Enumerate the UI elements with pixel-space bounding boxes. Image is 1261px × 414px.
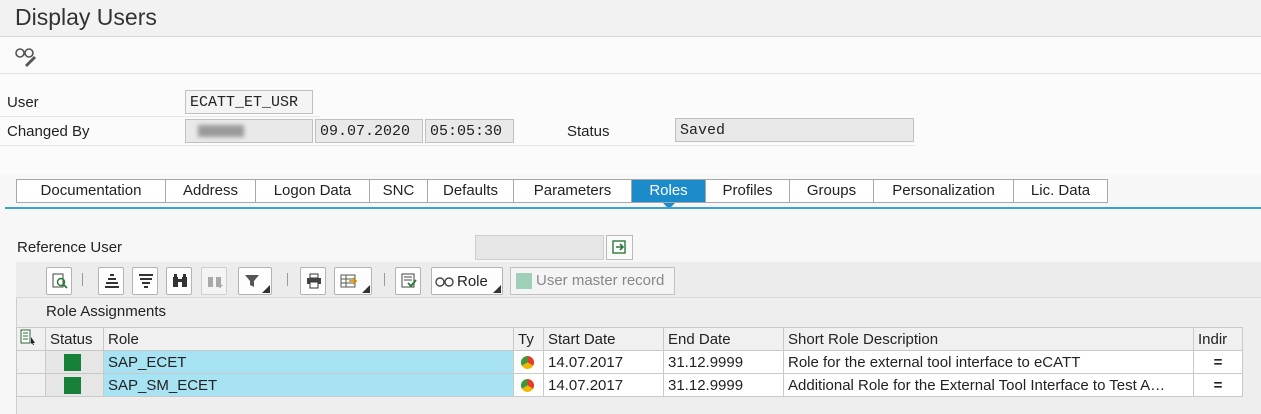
row-selector[interactable] <box>16 373 46 397</box>
find-button[interactable] <box>166 267 192 295</box>
end-date-cell: 31.12.9999 <box>663 373 784 397</box>
indirect-value: = <box>1213 376 1223 394</box>
end-date-cell: 31.12.9999 <box>663 350 784 374</box>
changed-by-field[interactable] <box>185 119 313 143</box>
filter-button[interactable] <box>238 267 272 295</box>
reference-user-label: Reference User <box>17 239 123 256</box>
binoculars-next-icon <box>208 277 223 288</box>
column-header-end-date[interactable]: End Date <box>663 327 784 351</box>
tab-snc[interactable]: SNC <box>370 180 428 202</box>
sort-ascending-icon <box>105 274 119 288</box>
role-button[interactable]: Role <box>431 267 503 295</box>
indirect-value: = <box>1213 353 1223 371</box>
table-row[interactable]: SAP_ECET 14.07.2017 31.12.9999 Role for … <box>16 350 1243 374</box>
dropdown-indicator <box>493 285 501 293</box>
composite-pie-icon <box>520 378 535 393</box>
status-field[interactable]: Saved <box>675 118 914 142</box>
toolbar-separator <box>384 273 385 286</box>
status-label: Status <box>567 123 610 140</box>
user-field[interactable]: ECATT_ET_USR <box>185 90 313 114</box>
reference-user-button[interactable] <box>606 235 633 260</box>
divider <box>0 145 916 146</box>
composite-pie-icon <box>520 355 535 370</box>
tab-roles[interactable]: Roles <box>632 180 706 209</box>
role-assignments-table: Status Role Ty Start Date End Date Short… <box>16 327 1243 397</box>
print-button[interactable] <box>300 267 326 295</box>
changed-date-field[interactable]: 09.07.2020 <box>315 119 423 143</box>
user-master-label: User master record <box>536 272 665 289</box>
application-toolbar <box>0 37 1261 74</box>
changed-by-label: Changed By <box>7 123 90 140</box>
type-cell <box>513 350 544 374</box>
start-date-cell: 14.07.2017 <box>543 373 664 397</box>
details-button[interactable] <box>46 267 72 295</box>
export-button[interactable] <box>334 267 372 295</box>
find-next-button[interactable] <box>201 267 227 295</box>
tab-documentation[interactable]: Documentation <box>17 180 166 202</box>
binoculars-icon <box>173 274 187 287</box>
user-master-record-button[interactable]: User master record <box>510 267 675 295</box>
indirect-cell: = <box>1193 350 1243 374</box>
tab-strip: Documentation Address Logon Data SNC Def… <box>16 179 1108 209</box>
magnifier-list-icon <box>52 273 68 289</box>
printer-icon <box>307 273 321 289</box>
sort-descending-button[interactable] <box>132 267 158 295</box>
column-header-indirect[interactable]: Indir <box>1193 327 1243 351</box>
description-cell: Role for the external tool interface to … <box>783 350 1194 374</box>
column-header-role[interactable]: Role <box>103 327 514 351</box>
sort-ascending-button[interactable] <box>98 267 124 295</box>
tab-parameters[interactable]: Parameters <box>514 180 632 202</box>
start-date-cell: 14.07.2017 <box>543 350 664 374</box>
title-bar: Display Users <box>0 0 1261 37</box>
column-header-status[interactable]: Status <box>45 327 104 351</box>
user-master-icon <box>516 273 532 289</box>
redacted-user-blur <box>198 125 244 137</box>
tab-personalization[interactable]: Personalization <box>874 180 1014 202</box>
tab-profiles[interactable]: Profiles <box>706 180 790 202</box>
tab-address[interactable]: Address <box>166 180 256 202</box>
navigate-icon <box>612 240 626 254</box>
export-spreadsheet-icon <box>340 274 358 288</box>
change-layout-button[interactable] <box>395 267 421 295</box>
page-title: Display Users <box>15 4 157 30</box>
toolbar-separator <box>287 273 288 286</box>
tab-groups[interactable]: Groups <box>790 180 874 202</box>
changed-time-field[interactable]: 05:05:30 <box>425 119 514 143</box>
filter-icon <box>245 275 259 287</box>
role-button-label: Role <box>457 273 488 290</box>
table-header-row: Status Role Ty Start Date End Date Short… <box>16 327 1243 351</box>
dropdown-indicator <box>362 285 370 293</box>
table-row[interactable]: SAP_SM_ECET 14.07.2017 31.12.9999 Additi… <box>16 373 1243 397</box>
toolbar-separator <box>82 273 83 286</box>
type-cell <box>513 373 544 397</box>
divider <box>0 116 320 117</box>
column-header-short-description[interactable]: Short Role Description <box>783 327 1194 351</box>
row-selector[interactable] <box>16 350 46 374</box>
layout-icon <box>401 273 417 288</box>
reference-user-input[interactable] <box>475 235 604 260</box>
dropdown-indicator <box>262 285 270 293</box>
glasses-pencil-icon[interactable] <box>14 45 38 67</box>
indirect-cell: = <box>1193 373 1243 397</box>
tab-underline <box>5 207 1261 209</box>
grid-title: Role Assignments <box>46 303 167 320</box>
role-cell[interactable]: SAP_ECET <box>103 350 514 374</box>
status-cell <box>45 350 104 374</box>
status-cell <box>45 373 104 397</box>
description-cell: Additional Role for the External Tool In… <box>783 373 1194 397</box>
role-cell[interactable]: SAP_SM_ECET <box>103 373 514 397</box>
status-green-icon <box>64 353 81 371</box>
status-green-icon <box>64 376 81 394</box>
column-header-start-date[interactable]: Start Date <box>543 327 664 351</box>
user-label: User <box>7 94 39 111</box>
glasses-icon <box>435 277 454 287</box>
tab-logon-data[interactable]: Logon Data <box>256 180 370 202</box>
tab-lic-data[interactable]: Lic. Data <box>1014 180 1107 202</box>
column-layout-icon <box>20 329 35 345</box>
column-settings-button[interactable] <box>16 327 46 351</box>
sort-descending-icon <box>139 274 153 288</box>
tab-defaults[interactable]: Defaults <box>428 180 514 202</box>
column-header-type[interactable]: Ty <box>513 327 544 351</box>
